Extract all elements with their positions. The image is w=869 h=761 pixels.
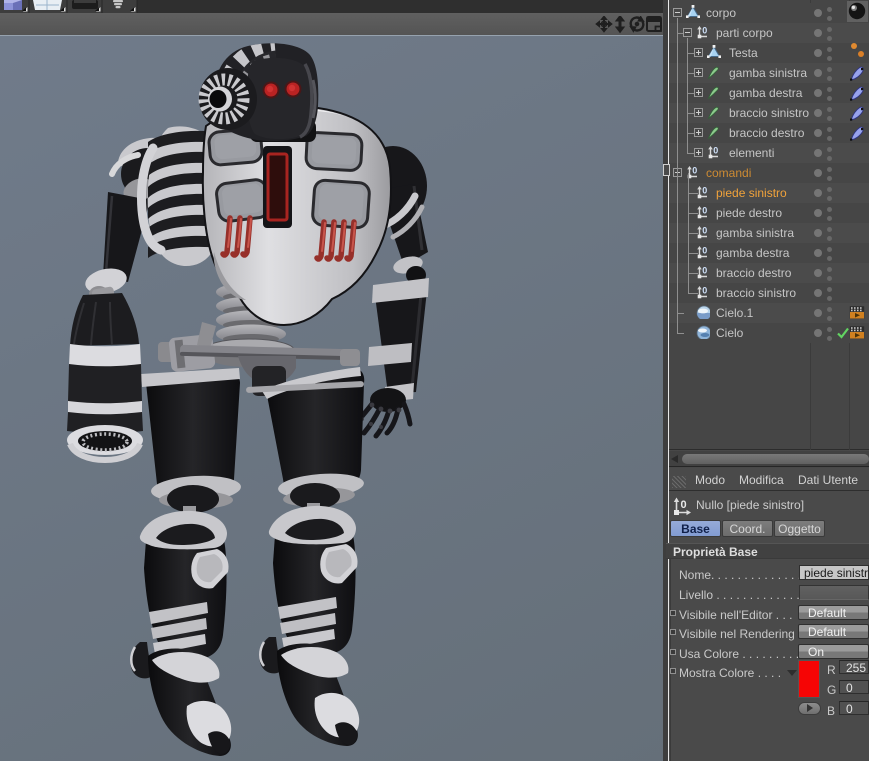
svg-text:0: 0 (681, 499, 687, 511)
svg-text:0: 0 (702, 246, 707, 256)
svg-text:0: 0 (702, 186, 707, 196)
svg-text:0: 0 (702, 266, 707, 276)
svg-text:0: 0 (702, 226, 707, 236)
svg-text:0: 0 (702, 286, 707, 296)
svg-text:0: 0 (692, 166, 697, 176)
svg-text:0: 0 (702, 26, 707, 36)
svg-text:0: 0 (702, 206, 707, 216)
svg-text:0: 0 (713, 146, 718, 156)
